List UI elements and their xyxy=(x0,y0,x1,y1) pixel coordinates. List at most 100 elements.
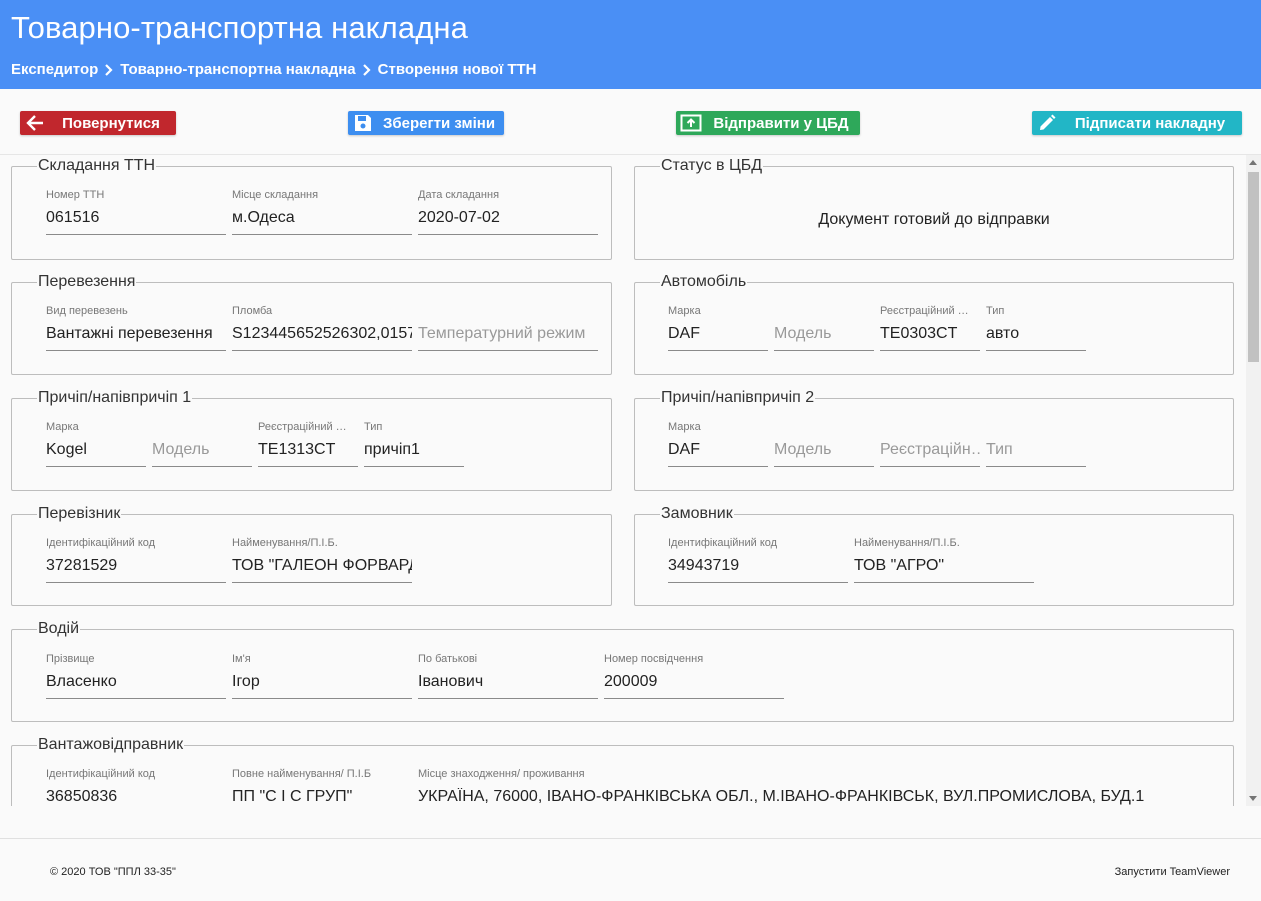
copyright-text: © 2020 ТОВ "ППЛ 33-35" xyxy=(50,866,176,878)
send-button[interactable]: Відправити у ЦБД xyxy=(676,111,860,135)
seal-field[interactable]: Пломба S123445652526302,0157 xyxy=(232,305,412,351)
customer-group: Замовник Ідентифікаційний код 34943719 Н… xyxy=(634,505,1234,606)
arrow-left-icon xyxy=(20,114,50,132)
transport-kind-field[interactable]: Вид перевезень Вантажні перевезення xyxy=(46,305,226,351)
carrier-name-label: Найменування/П.І.Б. xyxy=(232,537,338,549)
footer: © 2020 ТОВ "ППЛ 33-35" Запустити TeamVie… xyxy=(0,838,1261,901)
teamviewer-link[interactable]: Запустити TeamViewer xyxy=(1115,866,1230,878)
driver-patronymic-label: По батькові xyxy=(418,653,478,665)
toolbar: Повернутися Зберегти зміни Відправити у … xyxy=(0,89,1261,155)
trailer2-type-placeholder: Тип xyxy=(986,441,1013,458)
transport-kind-label: Вид перевезень xyxy=(46,305,128,317)
trailer2-reg-field[interactable]: Реєстраційн… xyxy=(880,421,980,467)
trailer1-brand-field[interactable]: Марка Kogel xyxy=(46,421,146,467)
shipper-name-field[interactable]: Повне найменування/ П.І.Б ПП "С І С ГРУП… xyxy=(232,768,412,806)
car-reg-value: TE0303CT xyxy=(880,325,958,342)
send-button-label: Відправити у ЦБД xyxy=(713,114,849,132)
back-button[interactable]: Повернутися xyxy=(20,111,176,135)
driver-license-field[interactable]: Номер посвідчення 200009 xyxy=(604,653,784,699)
trailer1-reg-field[interactable]: Реєстраційний … TE1313CT xyxy=(258,421,358,467)
breadcrumb-item-ttn[interactable]: Товарно-транспортна накладна xyxy=(120,61,355,78)
ttn-number-field[interactable]: Номер ТТН 061516 xyxy=(46,189,226,235)
carrier-name-field[interactable]: Найменування/П.І.Б. ТОВ "ГАЛЕОН ФОРВАРД xyxy=(232,537,412,583)
driver-license-value: 200009 xyxy=(604,673,658,690)
temperature-field[interactable]: Температурний режим xyxy=(418,305,598,351)
car-type-field[interactable]: Тип авто xyxy=(986,305,1086,351)
scroll-down-arrow-icon[interactable] xyxy=(1249,796,1257,801)
driver-name-value: Ігор xyxy=(232,673,260,690)
save-button[interactable]: Зберегти зміни xyxy=(348,111,504,135)
scroll-up-arrow-icon[interactable] xyxy=(1249,160,1257,165)
shipper-address-value: УКРАЇНА, 76000, ІВАНО-ФРАНКІВСЬКА ОБЛ., … xyxy=(418,788,1145,805)
composition-place-value: м.Одеса xyxy=(232,209,295,226)
shipper-group: Вантажовідправник Ідентифікаційний код 3… xyxy=(11,736,1234,806)
floppy-disk-icon xyxy=(348,114,378,132)
trailer1-reg-value: TE1313CT xyxy=(258,441,336,458)
shipper-address-label: Місце знаходження/ проживання xyxy=(418,768,585,780)
carrier-group: Перевізник Ідентифікаційний код 37281529… xyxy=(11,505,612,606)
shipper-name-value: ПП "С І С ГРУП" xyxy=(232,788,353,805)
vertical-scrollbar[interactable] xyxy=(1246,155,1261,806)
trailer1-type-label: Тип xyxy=(364,421,383,433)
trailer1-type-value: причіп1 xyxy=(364,441,420,458)
driver-legend: Водій xyxy=(38,620,80,637)
shipper-code-value: 36850836 xyxy=(46,788,118,805)
sign-button[interactable]: Підписати накладну xyxy=(1032,111,1242,135)
carrier-code-field[interactable]: Ідентифікаційний код 37281529 xyxy=(46,537,226,583)
composition-date-label: Дата складання xyxy=(418,189,500,201)
driver-patronymic-field[interactable]: По батькові Іванович xyxy=(418,653,598,699)
customer-code-value: 34943719 xyxy=(668,557,740,574)
chevron-right-icon xyxy=(362,63,371,76)
composition-place-field[interactable]: Місце складання м.Одеса xyxy=(232,189,412,235)
driver-surname-field[interactable]: Прізвище Власенко xyxy=(46,653,226,699)
seal-label: Пломба xyxy=(232,305,273,317)
trailer2-brand-field[interactable]: Марка DAF xyxy=(668,421,768,467)
trailer1-legend: Причіп/напівпричіп 1 xyxy=(38,389,192,406)
car-model-field[interactable]: Модель xyxy=(774,305,874,351)
transport-kind-value: Вантажні перевезення xyxy=(46,325,213,342)
trailer2-brand-value: DAF xyxy=(668,441,700,458)
trailer2-reg-placeholder: Реєстраційн… xyxy=(880,441,980,458)
car-type-label: Тип xyxy=(986,305,1005,317)
trailer2-legend: Причіп/напівпричіп 2 xyxy=(661,389,815,406)
scrollbar-thumb[interactable] xyxy=(1248,172,1259,362)
trailer2-type-field[interactable]: Тип xyxy=(986,421,1086,467)
carrier-legend: Перевізник xyxy=(38,505,121,522)
trailer1-reg-label: Реєстраційний … xyxy=(258,421,347,433)
sign-button-label: Підписати накладну xyxy=(1074,114,1226,132)
trailer1-model-field[interactable]: Модель xyxy=(152,421,252,467)
car-legend: Автомобіль xyxy=(661,273,747,290)
customer-code-field[interactable]: Ідентифікаційний код 34943719 xyxy=(668,537,848,583)
driver-surname-label: Прізвище xyxy=(46,653,95,665)
shipper-code-field[interactable]: Ідентифікаційний код 36850836 xyxy=(46,768,226,806)
car-reg-field[interactable]: Реєстраційний … TE0303CT xyxy=(880,305,980,351)
carrier-code-value: 37281529 xyxy=(46,557,118,574)
back-button-label: Повернутися xyxy=(62,114,160,132)
composition-date-field[interactable]: Дата складання 2020-07-02 xyxy=(418,189,598,235)
composition-group: Складання ТТН Номер ТТН 061516 Місце скл… xyxy=(11,157,612,260)
composition-legend: Складання ТТН xyxy=(38,157,156,174)
carrier-code-label: Ідентифікаційний код xyxy=(46,537,156,549)
trailer2-model-field[interactable]: Модель xyxy=(774,421,874,467)
breadcrumb-item-expeditor[interactable]: Експедитор xyxy=(11,61,98,78)
trailer2-model-placeholder: Модель xyxy=(774,441,832,458)
ttn-number-label: Номер ТТН xyxy=(46,189,105,201)
shipper-address-field[interactable]: Місце знаходження/ проживання УКРАЇНА, 7… xyxy=(418,768,1221,806)
car-brand-value: DAF xyxy=(668,325,700,342)
trailer1-type-field[interactable]: Тип причіп1 xyxy=(364,421,464,467)
driver-name-field[interactable]: Ім'я Ігор xyxy=(232,653,412,699)
customer-code-label: Ідентифікаційний код xyxy=(668,537,778,549)
seal-value: S123445652526302,0157 xyxy=(232,325,412,342)
car-brand-label: Марка xyxy=(668,305,701,317)
car-reg-label: Реєстраційний … xyxy=(880,305,969,317)
driver-surname-value: Власенко xyxy=(46,673,117,690)
breadcrumb-item-create: Створення нової ТТН xyxy=(377,61,537,78)
chevron-right-icon xyxy=(105,63,113,76)
customer-name-field[interactable]: Найменування/П.І.Б. ТОВ "АГРО" xyxy=(854,537,1034,583)
customer-name-label: Найменування/П.І.Б. xyxy=(854,537,960,549)
driver-patronymic-value: Іванович xyxy=(418,673,484,690)
car-brand-field[interactable]: Марка DAF xyxy=(668,305,768,351)
driver-group: Водій Прізвище Власенко Ім'я Ігор По бат… xyxy=(11,620,1234,722)
upload-box-icon xyxy=(676,114,706,132)
shipper-name-label: Повне найменування/ П.І.Б xyxy=(232,768,372,780)
